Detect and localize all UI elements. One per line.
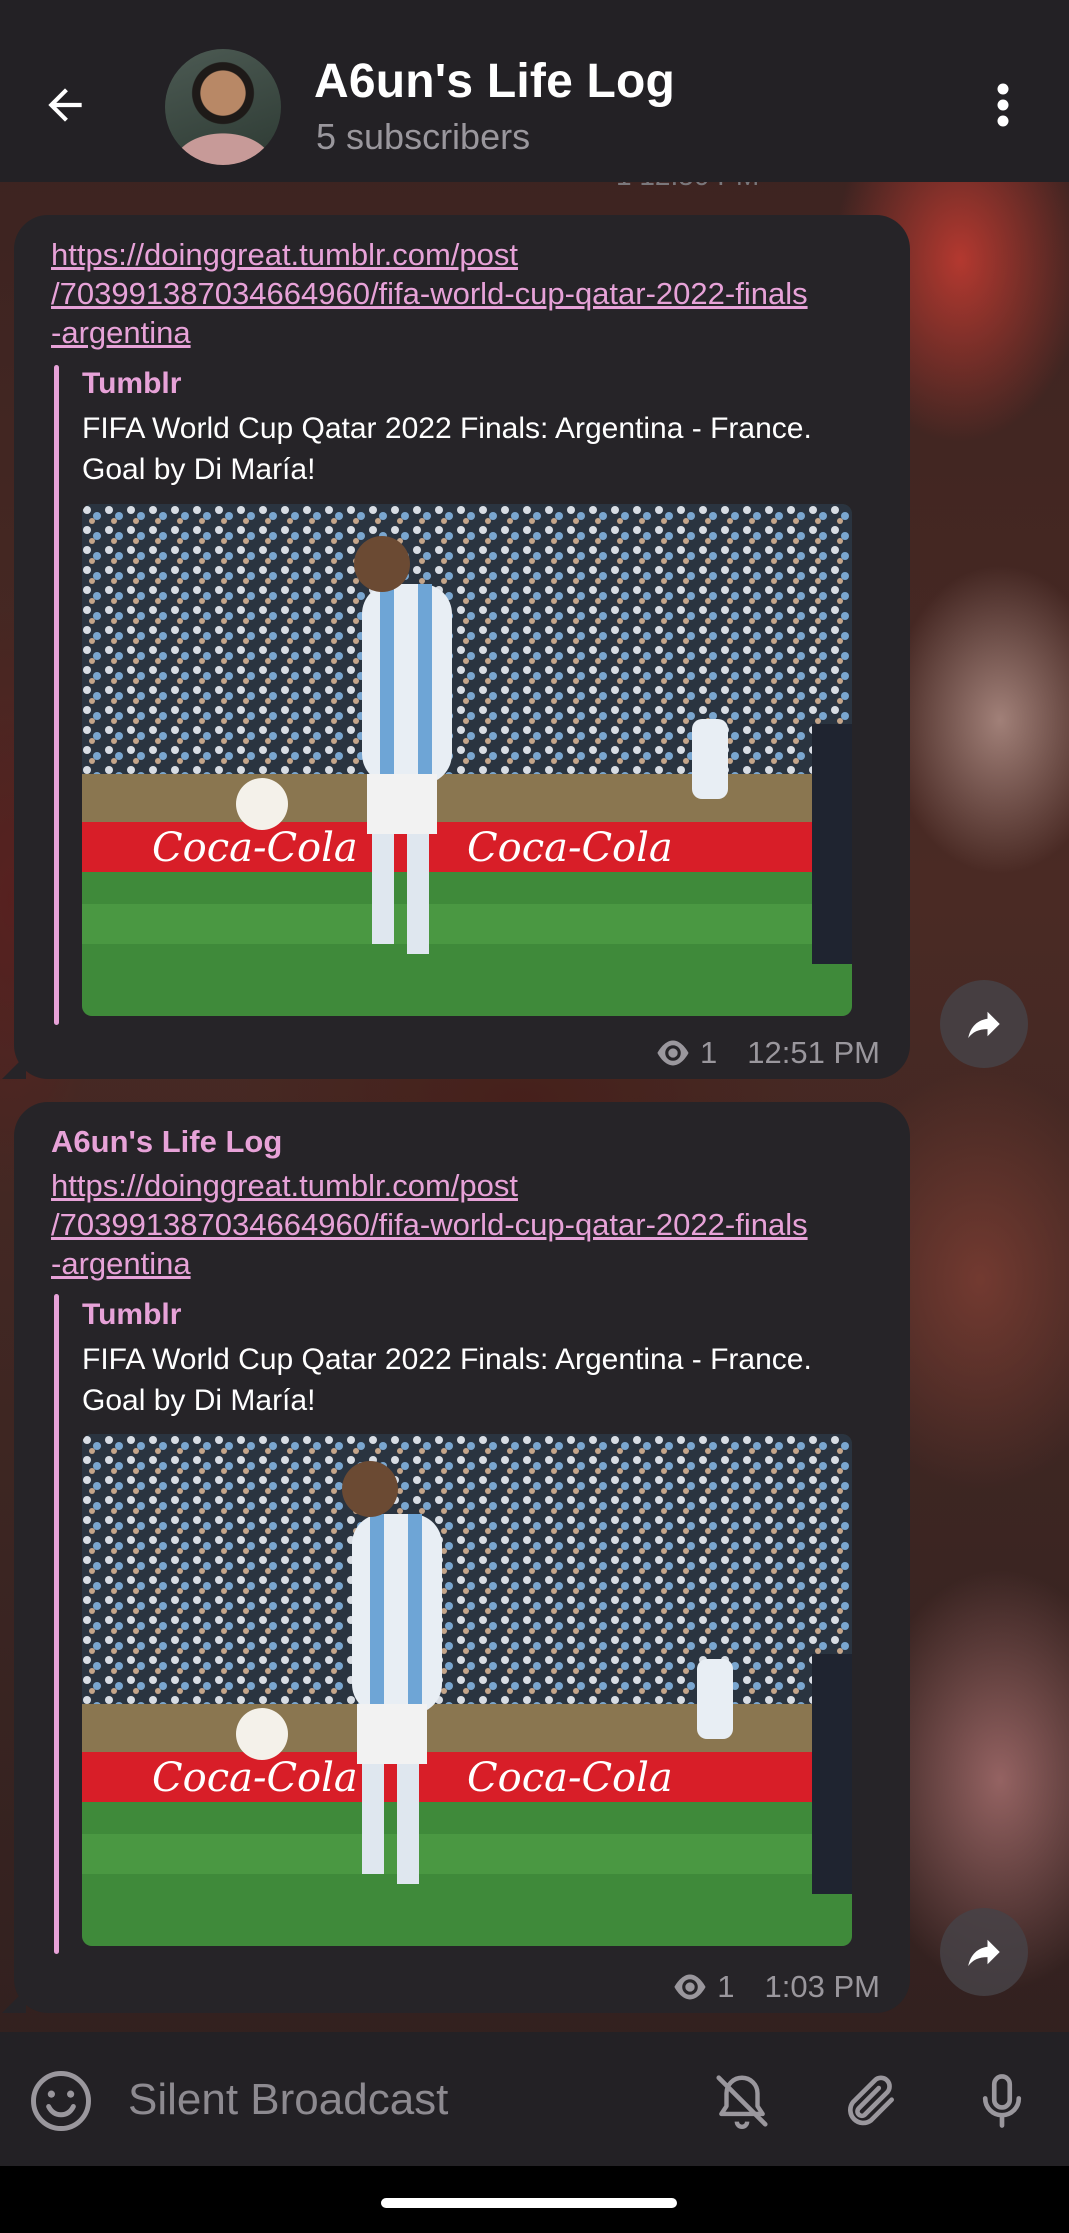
preview-image[interactable]: Coca-Cola Coca-Cola — [82, 1434, 852, 1946]
message-link[interactable]: https://doinggreat.tumblr.com/post /7039… — [51, 1166, 901, 1283]
eye-icon — [674, 1974, 706, 2000]
message-input[interactable] — [128, 2070, 668, 2130]
message-meta: 1 1:03 PM — [671, 1969, 880, 2005]
channel-avatar[interactable] — [165, 49, 281, 165]
forward-button[interactable] — [940, 980, 1028, 1068]
microphone-icon — [982, 2074, 1022, 2128]
silent-broadcast-toggle[interactable] — [707, 2066, 777, 2136]
svg-text:Coca-Cola: Coca-Cola — [467, 1755, 673, 1801]
chat-header: A6un's Life Log 5 subscribers — [0, 0, 1069, 182]
voice-record-button[interactable] — [967, 2066, 1037, 2136]
back-button[interactable] — [30, 70, 100, 140]
preview-site-name: Tumblr — [82, 1298, 182, 1331]
message-time: 1:03 PM — [764, 1969, 880, 2004]
forward-button[interactable] — [940, 1908, 1028, 1996]
message-link[interactable]: https://doinggreat.tumblr.com/post /7039… — [51, 235, 901, 352]
link-preview-bar — [54, 365, 59, 1025]
paperclip-icon — [848, 2075, 894, 2126]
arrow-left-icon — [48, 88, 82, 122]
message-sender[interactable]: A6un's Life Log — [51, 1124, 282, 1160]
more-vertical-icon — [997, 83, 1009, 127]
message-bubble[interactable]: https://doinggreat.tumblr.com/post /7039… — [2, 215, 910, 1079]
system-navigation-bar — [0, 2166, 1069, 2233]
svg-text:Coca-Cola: Coca-Cola — [152, 1755, 358, 1801]
soccer-player-photo: Coca-Cola Coca-Cola — [82, 504, 852, 1016]
home-gesture-handle[interactable] — [381, 2198, 677, 2208]
share-arrow-icon — [968, 1011, 1000, 1038]
more-menu-button[interactable] — [978, 70, 1028, 140]
channel-title[interactable]: A6un's Life Log — [314, 54, 675, 109]
message-meta: 1 12:51 PM — [654, 1035, 880, 1071]
link-preview-bar — [54, 1294, 59, 1954]
emoji-button[interactable] — [28, 2068, 94, 2134]
preview-description: FIFA World Cup Qatar 2022 Finals: Argent… — [82, 412, 812, 486]
message-input-bar — [0, 2032, 1069, 2166]
subscriber-count: 5 subscribers — [316, 116, 531, 157]
svg-text:Coca-Cola: Coca-Cola — [152, 825, 358, 871]
share-arrow-icon — [968, 1939, 1000, 1966]
eye-icon — [657, 1040, 689, 1066]
view-count: 1 — [700, 1035, 718, 1070]
message-time: 12:51 PM — [747, 1035, 880, 1070]
view-count: 1 — [717, 1969, 735, 2004]
preview-site-name: Tumblr — [82, 367, 182, 400]
message-bubble[interactable]: A6un's Life Log https://doinggreat.tumbl… — [2, 1102, 910, 2013]
preview-description: FIFA World Cup Qatar 2022 Finals: Argent… — [82, 1343, 812, 1417]
soccer-player-photo: Coca-Cola Coca-Cola — [82, 1434, 852, 1946]
bell-off-icon — [716, 2075, 768, 2129]
attach-button[interactable] — [836, 2066, 906, 2136]
svg-text:Coca-Cola: Coca-Cola — [467, 825, 673, 871]
preview-image[interactable]: Coca-Cola Coca-Cola — [82, 504, 852, 1016]
emoji-icon — [31, 2071, 91, 2131]
